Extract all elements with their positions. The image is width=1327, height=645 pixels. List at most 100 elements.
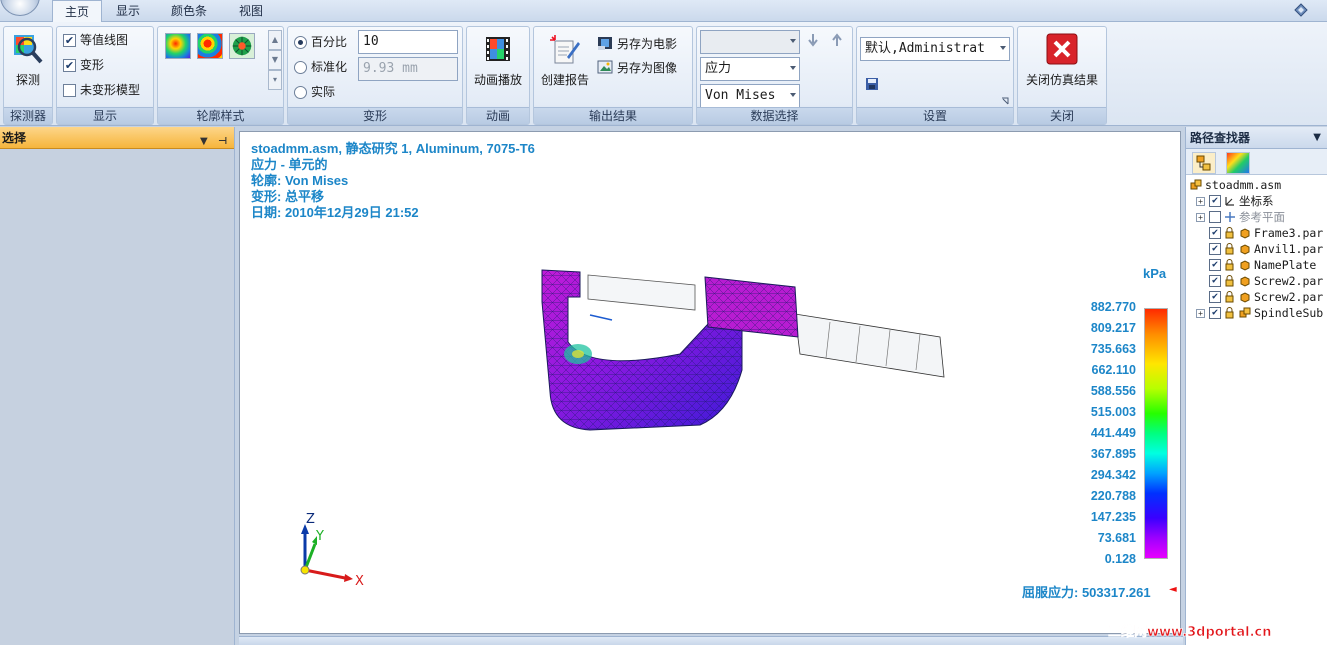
tree-checkbox-checked[interactable]: ✔ [1209,275,1221,287]
magnifier-probe-icon [14,35,43,64]
part-icon [1240,292,1250,303]
watermark-logo: 三维网www.3dportal.cn [1108,624,1272,640]
close-red-x-icon [1046,33,1078,65]
lock-link-icon [1225,307,1234,319]
component-combo[interactable]: Von Mises [700,84,800,108]
play-animation-button[interactable]: 动画播放 [467,29,529,91]
arrow-down-icon[interactable] [807,33,819,47]
tab-results-icon[interactable] [1226,152,1250,174]
contour-style-mesh-icon[interactable] [229,33,255,59]
create-report-button[interactable]: 创建报告 [534,29,596,91]
settings-combo[interactable]: 默认,Administrat [860,37,1010,61]
film-animation-icon [486,37,510,61]
radio-normalized[interactable]: 标准化 [294,58,347,76]
arrow-up-icon[interactable] [831,33,843,47]
tree-checkbox-checked[interactable]: ✔ [1209,291,1221,303]
data-select-combo-1[interactable] [700,30,800,54]
tree-checkbox-checked[interactable]: ✔ [1209,227,1221,239]
contour-style-banded-icon[interactable] [197,33,223,59]
tree-expand-icon[interactable]: + [1196,212,1205,222]
legend-unit: kPa [1143,266,1167,281]
tree-checkbox-checked[interactable]: ✔ [1209,243,1221,255]
gallery-expand-button[interactable]: ▾ [268,70,282,90]
normalized-input[interactable]: 9.93 mm [358,57,458,81]
tab-display[interactable]: 显示 [104,0,152,22]
tab-home[interactable]: 主页 [52,0,103,23]
legend-value: 147.235 [1090,510,1136,524]
group-label-close: 关闭 [1018,107,1106,124]
selection-panel: 选择 ▼ ⊣ [0,127,235,645]
selection-panel-header: 选择 ▼ ⊣ [0,127,234,149]
radio-percentage[interactable]: 百分比 [294,33,347,51]
tab-color-bar[interactable]: 颜色条 [159,0,219,22]
pin-icon[interactable]: ⊣ [218,131,227,153]
legend-value: 515.003 [1090,405,1136,419]
tree-node-part[interactable]: ✔ NamePlate [1209,257,1316,273]
close-simulation-results-button[interactable]: 关闭仿真结果 [1018,29,1106,91]
group-label-probe: 探测器 [4,107,52,124]
tab-view[interactable]: 视图 [227,0,275,22]
graphics-viewport[interactable]: stoadmm.asm, 静态研究 1, Aluminum, 7075-T6 应… [239,131,1181,634]
radio-actual[interactable]: 实际 [294,83,335,101]
tree-node-coordinate-systems[interactable]: + ✔ 坐标系 [1196,193,1274,209]
bottom-panel-header [239,636,1183,645]
pathfinder-header: 路径查找器 ▼ [1186,127,1327,149]
help-icon[interactable] [1293,3,1309,17]
save-as-image-label: 另存为图像 [617,60,678,75]
save-settings-icon[interactable] [865,77,879,91]
tree-node-part[interactable]: ✔ Screw2.par [1209,273,1323,289]
tree-checkbox-checked[interactable]: ✔ [1209,195,1221,207]
dropdown-arrow-icon [790,66,796,70]
application-menu-button[interactable] [0,0,40,16]
radio-unselected-icon [294,60,307,74]
save-as-image-button[interactable]: 另存为图像 [597,57,677,77]
checkbox-contour-plot[interactable]: ✔ 等值线图 [63,31,128,49]
tree-node-label: Screw2.par [1254,274,1324,288]
tree-expand-icon[interactable]: + [1196,196,1205,206]
axis-label-y: Y [316,529,324,544]
micrometer-model[interactable] [530,262,960,452]
radio-label: 标准化 [311,60,348,74]
result-type-combo[interactable]: 应力 [700,57,800,81]
axis-label-x: X [355,574,364,589]
gallery-scroll-down-button[interactable]: ▼ [268,50,282,70]
film-save-icon [598,37,612,50]
save-as-movie-button[interactable]: 另存为电影 [597,33,677,53]
tab-assembly-tree-icon[interactable] [1192,152,1216,174]
group-label-data-selection: 数据选择 [697,107,852,124]
tree-checkbox-unchecked[interactable] [1209,211,1221,223]
ribbon-tab-bar: 主页 显示 颜色条 视图 [0,0,1327,23]
group-display: ✔ 等值线图 ✔ 变形 未变形模型 显示 [56,26,154,125]
tree-node-assembly[interactable]: stoadmm.asm [1190,177,1281,193]
tree-checkbox-checked[interactable]: ✔ [1209,259,1221,271]
gallery-scroll-up-button[interactable]: ▲ [268,30,282,50]
contour-style-smooth-icon[interactable] [165,33,191,59]
legend-value: 441.449 [1090,426,1136,440]
tree-node-subassembly[interactable]: + ✔ SpindleSub [1196,305,1323,321]
part-icon [1240,244,1250,255]
probe-button[interactable]: 探测 [4,29,52,91]
legend-color-bar[interactable] [1144,308,1168,559]
group-label-output: 输出结果 [534,107,692,124]
tree-node-reference-planes[interactable]: + 参考平面 [1196,209,1285,225]
tree-checkbox-checked[interactable]: ✔ [1209,307,1221,319]
tree-node-part[interactable]: ✔ Frame3.par [1209,225,1323,241]
save-as-movie-label: 另存为电影 [617,36,678,51]
tree-node-label: Anvil1.par [1254,242,1324,256]
panel-menu-icon[interactable]: ▼ [200,131,208,153]
checkbox-unchecked-icon [63,83,76,97]
group-contour-style: ▲ ▼ ▾ 轮廓样式 [157,26,284,125]
tree-expand-icon[interactable]: + [1196,308,1205,318]
dialog-launcher-icon[interactable] [1001,97,1009,105]
percentage-input[interactable]: 10 [358,30,458,54]
legend-value: 367.895 [1090,447,1136,461]
checkbox-undeformed-model[interactable]: 未变形模型 [63,81,140,99]
checkbox-label: 等值线图 [80,33,129,47]
panel-menu-icon[interactable]: ▼ [1313,127,1321,149]
checkbox-deformation[interactable]: ✔ 变形 [63,56,104,74]
lock-link-icon [1225,275,1234,287]
probe-button-label: 探测 [15,73,40,87]
tree-node-part[interactable]: ✔ Anvil1.par [1209,241,1323,257]
play-animation-label: 动画播放 [473,73,522,87]
tree-node-part[interactable]: ✔ Screw2.par [1209,289,1323,305]
